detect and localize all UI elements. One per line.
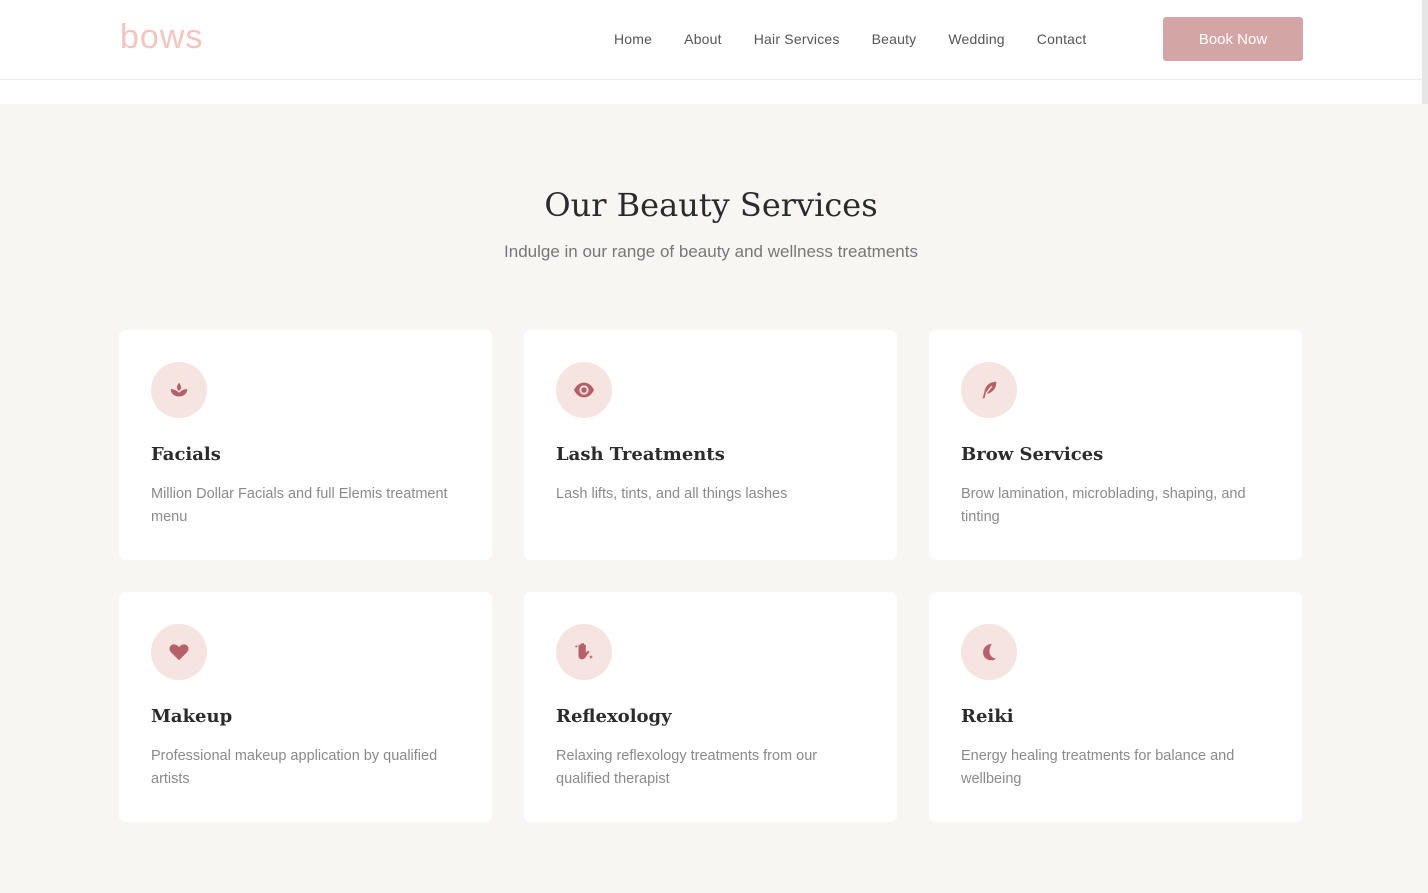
nav-home[interactable]: Home [614, 31, 652, 47]
service-card-facials[interactable]: Facials Million Dollar Facials and full … [119, 330, 492, 560]
section-title: Our Beauty Services [544, 186, 878, 224]
nav-contact[interactable]: Contact [1037, 31, 1087, 47]
service-title: Makeup [151, 706, 233, 727]
nav-beauty[interactable]: Beauty [872, 31, 917, 47]
service-description: Relaxing reflexology treatments from our… [556, 748, 818, 787]
feather-icon [982, 381, 997, 399]
header-spacer [0, 80, 1428, 104]
service-card-brow-services[interactable]: Brow Services Brow lamination, microblad… [929, 330, 1302, 560]
site-header: bows Home About Hair Services Beauty Wed… [0, 0, 1428, 80]
main-nav: Home About Hair Services Beauty Wedding … [614, 0, 1086, 78]
service-card-reiki[interactable]: Reiki Energy healing treatments for bala… [929, 592, 1302, 822]
service-description: Brow lamination, microblading, shaping, … [961, 486, 1246, 525]
logo[interactable]: bows [120, 14, 220, 60]
book-now-button[interactable]: Book Now [1163, 17, 1303, 61]
service-title: Reflexology [556, 706, 672, 727]
service-title: Reiki [961, 706, 1014, 727]
icon-badge [961, 624, 1017, 680]
eye-icon [573, 382, 595, 398]
service-title: Lash Treatments [556, 444, 725, 465]
scrollbar[interactable] [1422, 0, 1428, 104]
beauty-services-section: Our Beauty Services Indulge in our range… [0, 104, 1428, 893]
icon-badge [151, 624, 207, 680]
section-subtitle: Indulge in our range of beauty and welln… [504, 242, 918, 261]
icon-badge [556, 362, 612, 418]
heart-icon [169, 644, 189, 661]
service-card-reflexology[interactable]: Reflexology Relaxing reflexology treatme… [524, 592, 897, 822]
nav-wedding[interactable]: Wedding [948, 31, 1004, 47]
service-card-makeup[interactable]: Makeup Professional makeup application b… [119, 592, 492, 822]
lotus-icon [170, 382, 188, 397]
nav-about[interactable]: About [684, 31, 722, 47]
service-card-lash-treatments[interactable]: Lash Treatments Lash lifts, tints, and a… [524, 330, 897, 560]
icon-badge [961, 362, 1017, 418]
icon-badge [151, 362, 207, 418]
service-title: Brow Services [961, 444, 1104, 465]
services-grid: Facials Million Dollar Facials and full … [119, 330, 1303, 822]
service-description: Energy healing treatments for balance an… [961, 748, 1235, 787]
logo-text: bows [120, 18, 204, 56]
moon-icon [983, 643, 997, 661]
nav-hair-services[interactable]: Hair Services [754, 31, 840, 47]
service-description: Professional makeup application by quali… [151, 748, 438, 787]
service-description: Lash lifts, tints, and all things lashes [556, 486, 788, 502]
service-description: Million Dollar Facials and full Elemis t… [151, 486, 448, 525]
hand-sparkles-icon [574, 643, 594, 660]
service-title: Facials [151, 444, 221, 465]
icon-badge [556, 624, 612, 680]
